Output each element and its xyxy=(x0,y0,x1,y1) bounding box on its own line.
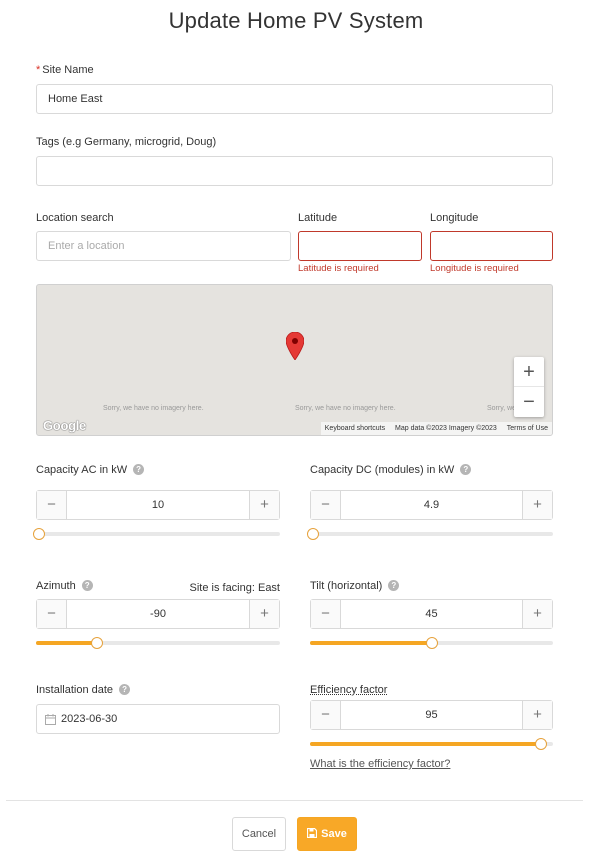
installation-date-value: 2023-06-30 xyxy=(61,713,118,725)
footer-divider xyxy=(6,800,583,801)
save-button[interactable]: Save xyxy=(297,817,357,851)
map-no-imagery-text: Sorry, we xyxy=(487,405,517,412)
capacity-dc-label-text: Capacity DC (modules) in kW xyxy=(310,464,455,476)
slider-track xyxy=(36,532,280,536)
azimuth-stepper: − -90 + xyxy=(36,599,280,629)
latitude-input[interactable] xyxy=(298,231,422,261)
capacity-ac-stepper: − 10 + xyxy=(36,490,280,520)
capacity-dc-stepper: − 4.9 + xyxy=(310,490,553,520)
help-icon[interactable]: ? xyxy=(81,580,93,591)
map-attribution: Keyboard shortcuts Map data ©2023 Imager… xyxy=(320,422,552,435)
decrement-button[interactable]: − xyxy=(311,701,341,729)
slider-track xyxy=(310,532,553,536)
map-zoom-control: + − xyxy=(514,357,544,417)
efficiency-factor-label: Efficiency factor xyxy=(310,684,388,696)
azimuth-label-text: Azimuth xyxy=(36,580,76,592)
capacity-ac-label: Capacity AC in kW? xyxy=(36,464,145,476)
slider-handle[interactable] xyxy=(91,637,103,649)
cancel-button[interactable]: Cancel xyxy=(232,817,286,851)
terms-of-use-link[interactable]: Terms of Use xyxy=(503,425,552,432)
longitude-error: Longitude is required xyxy=(430,263,519,274)
help-icon[interactable]: ? xyxy=(388,580,400,591)
keyboard-shortcuts-link[interactable]: Keyboard shortcuts xyxy=(321,425,389,432)
page-title: Update Home PV System xyxy=(168,8,424,33)
efficiency-help-link[interactable]: What is the efficiency factor? xyxy=(310,758,450,770)
slider-fill xyxy=(36,641,97,645)
slider-handle[interactable] xyxy=(33,528,45,540)
tilt-value[interactable]: 45 xyxy=(341,600,522,628)
help-icon[interactable]: ? xyxy=(133,464,145,475)
longitude-input[interactable] xyxy=(430,231,553,261)
increment-button[interactable]: + xyxy=(522,600,552,628)
tags-label: Tags (e.g Germany, microgrid, Doug) xyxy=(36,136,217,148)
installation-date-label-text: Installation date xyxy=(36,684,114,696)
efficiency-slider[interactable] xyxy=(310,738,553,750)
tilt-label-text: Tilt (horizontal) xyxy=(310,580,383,592)
map-data-text: Map data ©2023 Imagery ©2023 xyxy=(395,425,497,432)
tags-input[interactable] xyxy=(36,156,553,186)
tilt-stepper: − 45 + xyxy=(310,599,553,629)
longitude-label: Longitude xyxy=(430,212,479,224)
site-name-input[interactable]: Home East xyxy=(36,84,553,114)
calendar-icon xyxy=(45,713,56,725)
map-view[interactable]: Sorry, we have no imagery here. Sorry, w… xyxy=(36,284,553,436)
decrement-button[interactable]: − xyxy=(311,491,341,519)
google-logo: Google xyxy=(43,418,86,433)
increment-button[interactable]: + xyxy=(249,491,279,519)
capacity-dc-value[interactable]: 4.9 xyxy=(341,491,522,519)
site-facing-text: Site is facing: East xyxy=(189,582,281,594)
save-icon xyxy=(307,827,318,839)
latitude-label: Latitude xyxy=(298,212,338,224)
increment-button[interactable]: + xyxy=(522,491,552,519)
decrement-button[interactable]: − xyxy=(37,600,67,628)
decrement-button[interactable]: − xyxy=(37,491,67,519)
decrement-button[interactable]: − xyxy=(311,600,341,628)
azimuth-value[interactable]: -90 xyxy=(67,600,249,628)
map-no-imagery-text: Sorry, we have no imagery here. xyxy=(295,405,396,412)
installation-date-label: Installation date? xyxy=(36,684,131,696)
site-name-label: * Site Name xyxy=(36,64,94,76)
installation-date-input[interactable]: 2023-06-30 xyxy=(36,704,280,734)
location-search-input[interactable]: Enter a location xyxy=(36,231,291,261)
tilt-label: Tilt (horizontal)? xyxy=(310,580,400,592)
slider-handle[interactable] xyxy=(534,738,547,750)
map-no-imagery-text: Sorry, we have no imagery here. xyxy=(103,405,204,412)
efficiency-value[interactable]: 95 xyxy=(341,701,522,729)
capacity-ac-slider[interactable] xyxy=(33,528,280,540)
help-icon[interactable]: ? xyxy=(460,464,472,475)
slider-fill xyxy=(310,641,432,645)
capacity-dc-label: Capacity DC (modules) in kW? xyxy=(310,464,472,476)
slider-handle[interactable] xyxy=(425,637,438,649)
zoom-out-button[interactable]: − xyxy=(514,387,544,417)
capacity-ac-label-text: Capacity AC in kW xyxy=(36,464,128,476)
help-icon[interactable]: ? xyxy=(119,684,131,695)
efficiency-stepper: − 95 + xyxy=(310,700,553,730)
slider-fill xyxy=(310,742,541,746)
capacity-dc-slider[interactable] xyxy=(307,528,553,540)
zoom-in-button[interactable]: + xyxy=(514,357,544,387)
site-name-label-text: Site Name xyxy=(42,64,94,76)
azimuth-slider[interactable] xyxy=(36,637,280,649)
azimuth-label: Azimuth? xyxy=(36,580,93,592)
required-mark: * xyxy=(36,64,41,76)
tilt-slider[interactable] xyxy=(310,637,553,649)
map-pin-icon[interactable] xyxy=(286,332,304,360)
capacity-ac-value[interactable]: 10 xyxy=(67,491,249,519)
increment-button[interactable]: + xyxy=(249,600,279,628)
latitude-error: Latitude is required xyxy=(298,263,379,274)
location-search-label: Location search xyxy=(36,212,114,224)
increment-button[interactable]: + xyxy=(522,701,552,729)
save-button-label: Save xyxy=(321,828,347,840)
slider-handle[interactable] xyxy=(307,528,319,540)
